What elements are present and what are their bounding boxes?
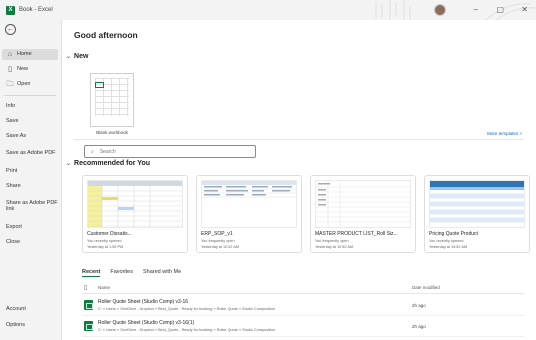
recommended-card[interactable]: ERP_SOP_v1 You frequently open Yesterday… — [196, 175, 302, 253]
sidebar-item-label: Close — [6, 239, 21, 245]
file-timestamp: Yesterday at 1:59 PM — [87, 245, 124, 249]
tab-favorites[interactable]: Favorites — [110, 269, 133, 277]
back-button[interactable]: ← — [5, 24, 16, 35]
file-name: Roller Quote Sheet (Studio Comp) v3-16(1… — [98, 320, 195, 326]
sidebar-item-label: Info — [6, 103, 16, 109]
file-activity: You recently opened — [429, 239, 464, 243]
sidebar-item-label: Account — [6, 306, 26, 312]
column-date[interactable]: Date modified — [412, 285, 440, 290]
chevron-down-icon: ⌄ — [66, 54, 72, 60]
new-section-header[interactable]: ⌄ New — [66, 53, 88, 60]
file-name: ERP_SOP_v1 — [201, 231, 233, 237]
window-title: Book - Excel — [19, 7, 53, 13]
file-activity: You frequently open — [315, 239, 349, 243]
main-content: Good afternoon ⌄ New Blank workbook More… — [62, 20, 536, 340]
blank-workbook-label: Blank workbook — [96, 130, 128, 135]
title-decoration — [366, 0, 536, 20]
excel-file-icon — [84, 300, 93, 310]
file-date: 2h ago — [412, 303, 426, 308]
file-type-icon: ▯ — [84, 285, 88, 291]
recommended-card[interactable]: Pricing Quote Product You recently opene… — [424, 175, 530, 253]
tab-shared[interactable]: Shared with Me — [143, 269, 181, 277]
minimize-icon[interactable]: – — [474, 5, 478, 14]
more-templates-link[interactable]: More templates > — [487, 131, 522, 136]
file-name: Pricing Quote Product — [429, 231, 478, 237]
divider — [74, 139, 524, 140]
sidebar-item-info[interactable]: Info — [2, 101, 58, 112]
sidebar-item-close[interactable]: Close — [2, 237, 58, 248]
column-name[interactable]: Name — [98, 285, 110, 290]
sidebar: ← ⌂ Home ▯ New 🗀 Open Info Save Save As … — [0, 20, 62, 340]
file-tabs: Recent Favorites Shared with Me — [82, 269, 181, 277]
sidebar-item-label: Options — [6, 322, 25, 328]
close-icon[interactable]: ✕ — [521, 5, 528, 14]
file-list-header: ▯ Name Date modified — [82, 284, 524, 294]
tab-recent[interactable]: Recent — [82, 269, 101, 277]
recommended-card[interactable]: Customer Dissatis... You recently opened… — [82, 175, 188, 253]
file-activity: You recently opened — [87, 239, 122, 243]
recommended-card[interactable]: MASTER PRODUCT LIST_Roll Siz... You freq… — [310, 175, 416, 253]
file-path: C: » Users » OneDrive - Dropbox » Bind_Q… — [98, 328, 276, 332]
search-placeholder: Search — [99, 148, 116, 155]
recommended-section-header[interactable]: ⌄ Recommended for You — [66, 160, 150, 167]
file-name: Customer Dissatis... — [87, 231, 132, 237]
sidebar-item-save-as[interactable]: Save As — [2, 131, 58, 142]
file-thumbnail — [201, 180, 297, 228]
sidebar-item-home[interactable]: ⌂ Home — [2, 49, 58, 60]
folder-icon: 🗀 — [6, 81, 14, 88]
sidebar-item-save[interactable]: Save — [2, 116, 58, 127]
file-timestamp: Yesterday at 10:52 AM — [429, 245, 468, 249]
chevron-down-icon: ⌄ — [66, 161, 72, 167]
section-title: New — [74, 53, 89, 60]
file-path: C: » Users » OneDrive - Dropbox » Bind_Q… — [98, 307, 276, 311]
sidebar-item-label: Share — [6, 183, 21, 189]
sidebar-item-label: Save as Adobe PDF — [6, 150, 56, 156]
sidebar-item-label: Export — [6, 224, 22, 230]
file-activity: You frequently open — [201, 239, 235, 243]
search-icon: ⌕ — [91, 148, 94, 155]
sidebar-item-label: Open — [17, 81, 31, 87]
file-name: MASTER PRODUCT LIST_Roll Siz... — [315, 231, 398, 237]
sidebar-item-export[interactable]: Export — [2, 222, 58, 233]
title-bar: X Book - Excel – ▢ ✕ — [0, 0, 536, 20]
sidebar-item-save-as-pdf[interactable]: Save as Adobe PDF — [2, 144, 58, 162]
sidebar-item-new[interactable]: ▯ New — [2, 64, 58, 75]
sidebar-item-label: Save As — [6, 133, 27, 139]
recommended-cards: Customer Dissatis... You recently opened… — [82, 175, 532, 255]
new-file-icon: ▯ — [8, 66, 12, 73]
sidebar-item-label: Home — [17, 51, 32, 57]
blank-workbook-template[interactable] — [90, 73, 134, 127]
sidebar-item-label: Print — [6, 168, 18, 174]
sidebar-item-print[interactable]: Print — [2, 166, 58, 177]
maximize-icon[interactable]: ▢ — [496, 5, 504, 14]
file-name: Roller Quote Sheet (Studio Comp) v3-16 — [98, 299, 189, 305]
excel-file-icon — [84, 321, 93, 331]
page-title: Good afternoon — [74, 30, 138, 40]
excel-logo-icon: X — [6, 5, 15, 15]
avatar[interactable] — [434, 4, 446, 16]
table-row[interactable]: Roller Quote Sheet (Studio Comp) v3-16(1… — [82, 317, 524, 337]
sidebar-item-share-pdf-link[interactable]: Share as Adobe PDF link — [2, 195, 58, 217]
sidebar-item-label: Save — [6, 118, 19, 124]
sidebar-item-label: Share as Adobe PDF link — [6, 200, 58, 212]
sidebar-divider — [4, 95, 56, 96]
sidebar-item-label: New — [17, 66, 29, 72]
file-thumbnail — [429, 180, 525, 228]
search-input[interactable]: ⌕ Search — [84, 145, 256, 158]
file-date: 2h ago — [412, 324, 426, 329]
section-title: Recommended for You — [74, 160, 151, 167]
file-timestamp: Yesterday at 10:52 AM — [201, 245, 240, 249]
sidebar-item-account[interactable]: Account — [2, 304, 58, 315]
back-arrow-icon: ← — [7, 26, 14, 33]
selected-cell — [95, 82, 104, 88]
home-icon: ⌂ — [7, 51, 13, 58]
file-thumbnail — [315, 180, 411, 228]
sidebar-item-options[interactable]: Options — [2, 320, 58, 331]
file-thumbnail — [87, 180, 183, 228]
file-timestamp: Yesterday at 10:52 AM — [315, 245, 354, 249]
table-row[interactable]: Roller Quote Sheet (Studio Comp) v3-16 C… — [82, 296, 524, 316]
sidebar-item-open[interactable]: 🗀 Open — [2, 79, 58, 90]
sidebar-item-share[interactable]: Share — [2, 181, 58, 192]
